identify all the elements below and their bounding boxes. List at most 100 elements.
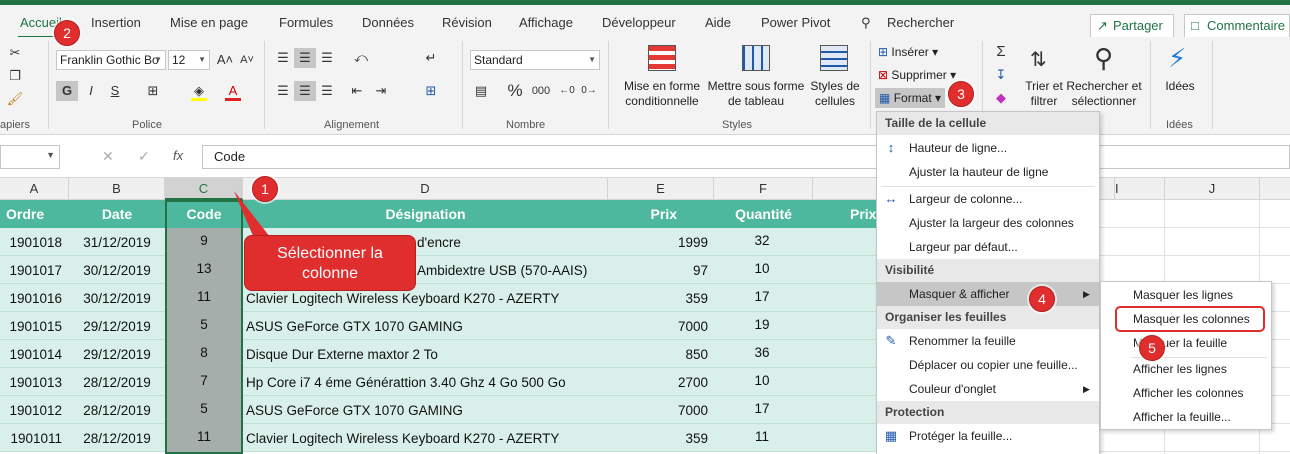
column-header-j[interactable]: J — [1165, 178, 1260, 200]
submenu-show-rows[interactable]: Afficher les lignes — [1101, 357, 1271, 381]
share-button[interactable]: ↗ Partager — [1090, 14, 1174, 38]
decrease-indent-icon[interactable]: ⇤ — [346, 81, 368, 101]
find-select-icon[interactable]: ⚲ — [1094, 43, 1113, 74]
format-painter-icon[interactable]: 🖌 — [4, 89, 26, 109]
cancel-icon[interactable]: ✕ — [102, 148, 114, 165]
cell-designation-tail[interactable] — [417, 424, 607, 452]
tab-formules[interactable]: Formules — [279, 15, 333, 30]
cell-ordre[interactable]: 1901018 — [0, 228, 62, 256]
orientation-icon[interactable]: ⤺ — [350, 48, 372, 68]
cell-designation-tail[interactable] — [417, 396, 607, 424]
cut-icon[interactable]: ✂ — [4, 43, 26, 63]
format-button[interactable]: ▦ Format ▾ — [875, 88, 946, 108]
tab-affichage[interactable]: Affichage — [519, 15, 573, 30]
cell-quantite[interactable]: 10 — [714, 368, 810, 396]
thousands-icon[interactable]: 000 — [530, 81, 552, 101]
cell-code[interactable]: 7 — [165, 368, 243, 396]
submenu-hide-rows[interactable]: Masquer les lignes — [1101, 283, 1271, 307]
cell-ordre[interactable]: 1901016 — [0, 284, 62, 312]
conditional-format-icon[interactable] — [648, 45, 676, 71]
column-header-g[interactable] — [813, 178, 877, 200]
cell-code[interactable]: 11 — [165, 284, 243, 312]
cell-designation-tail[interactable]: Ambidextre USB (570-AAIS) — [417, 256, 607, 284]
header-quantite[interactable]: Quantité — [714, 200, 813, 228]
cell-date[interactable]: 29/12/2019 — [69, 312, 165, 340]
conditional-format-button[interactable]: Mise en forme conditionnelle — [618, 79, 706, 109]
cell-designation-tail[interactable] — [417, 284, 607, 312]
percent-button[interactable]: % — [504, 81, 526, 101]
cell-date[interactable]: 31/12/2019 — [69, 228, 165, 256]
align-left-icon[interactable]: ☰ — [272, 81, 294, 101]
find-select-button[interactable]: Rechercher et sélectionner — [1066, 79, 1142, 109]
submenu-show-columns[interactable]: Afficher les colonnes — [1101, 381, 1271, 405]
cell-prix[interactable]: 97 — [608, 256, 708, 284]
cell-date[interactable]: 28/12/2019 — [69, 424, 165, 452]
menu-item-autofit-row[interactable]: Ajuster la hauteur de ligne — [877, 160, 1099, 184]
column-header-d[interactable]: D — [243, 178, 608, 200]
tab-developpeur[interactable]: Développeur — [602, 15, 676, 30]
cell-date[interactable]: 30/12/2019 — [69, 256, 165, 284]
tab-power-pivot[interactable]: Power Pivot — [761, 15, 830, 30]
cell-prix[interactable]: 850 — [608, 340, 708, 368]
cell-prix[interactable]: 359 — [608, 284, 708, 312]
header-prix-total[interactable]: Prix — [850, 200, 876, 228]
cell-date[interactable]: 30/12/2019 — [69, 284, 165, 312]
cell-date[interactable]: 29/12/2019 — [69, 340, 165, 368]
cell-designation-tail[interactable] — [417, 312, 607, 340]
menu-item-tab-color[interactable]: Couleur d'onglet ▶ — [877, 377, 1099, 401]
column-header-a[interactable]: A — [0, 178, 69, 200]
table-format-button[interactable]: Mettre sous forme de tableau — [706, 79, 806, 109]
bold-button[interactable]: G — [56, 81, 78, 101]
cell-designation-tail[interactable]: d'encre — [417, 228, 607, 256]
cell-ordre[interactable]: 1901014 — [0, 340, 62, 368]
comments-button[interactable]: □ Commentaire — [1184, 14, 1290, 38]
cell-quantite[interactable]: 17 — [714, 396, 810, 424]
borders-icon[interactable]: ⊞ — [142, 81, 164, 101]
italic-button[interactable]: I — [80, 81, 102, 101]
cell-code[interactable]: 5 — [165, 312, 243, 340]
cell-styles-icon[interactable] — [820, 45, 848, 71]
menu-item-autofit-column[interactable]: Ajuster la largeur des colonnes — [877, 211, 1099, 235]
cell-code[interactable]: 8 — [165, 340, 243, 368]
cell-designation-tail[interactable] — [417, 368, 607, 396]
menu-item-row-height[interactable]: ↕ Hauteur de ligne... — [877, 136, 1099, 160]
increase-decimal-icon[interactable]: ←0 — [556, 81, 578, 101]
grow-font-icon[interactable]: A˄ — [214, 50, 236, 70]
autosum-icon[interactable]: Σ — [990, 42, 1012, 62]
table-format-icon[interactable] — [742, 45, 770, 71]
menu-item-move-copy[interactable]: Déplacer ou copier une feuille... — [877, 353, 1099, 377]
clear-icon[interactable]: ◆ — [990, 88, 1012, 108]
merge-center-icon[interactable]: ⊞ — [420, 81, 442, 101]
font-size-combo[interactable]: 12 ▼ — [168, 50, 210, 70]
align-right-icon[interactable]: ☰ — [316, 81, 338, 101]
header-date[interactable]: Date — [69, 200, 165, 228]
decrease-decimal-icon[interactable]: 0→ — [578, 81, 600, 101]
header-ordre[interactable]: Ordre — [6, 200, 44, 228]
cell-code[interactable]: 13 — [165, 256, 243, 284]
cell-prix[interactable]: 1999 — [608, 228, 708, 256]
menu-item-default-width[interactable]: Largeur par défaut... — [877, 235, 1099, 259]
menu-item-hide-show[interactable]: Masquer & afficher ▶ — [877, 282, 1099, 306]
cell-prix[interactable]: 7000 — [608, 312, 708, 340]
menu-item-protect-sheet[interactable]: ▦ Protéger la feuille... — [877, 424, 1099, 448]
search-label[interactable]: Rechercher — [887, 15, 954, 30]
underline-button[interactable]: S — [104, 81, 126, 101]
formula-input[interactable]: Code — [202, 145, 1290, 169]
cell-date[interactable]: 28/12/2019 — [69, 396, 165, 424]
column-header-f[interactable]: F — [714, 178, 813, 200]
shrink-font-icon[interactable]: A˅ — [236, 50, 258, 70]
align-center-icon[interactable]: ☰ — [294, 81, 316, 101]
cell-quantite[interactable]: 10 — [714, 256, 810, 284]
cell-designation-tail[interactable] — [417, 340, 607, 368]
wrap-text-icon[interactable]: ↵ — [420, 48, 442, 68]
column-header-e[interactable]: E — [608, 178, 714, 200]
ideas-icon[interactable]: ⚡ — [1168, 43, 1186, 74]
column-header-b[interactable]: B — [69, 178, 165, 200]
tab-donnees[interactable]: Données — [362, 15, 414, 30]
number-format-combo[interactable]: Standard ▼ — [470, 50, 600, 70]
header-prix[interactable]: Prix — [608, 200, 677, 228]
function-icon[interactable]: fx — [173, 148, 183, 163]
menu-item-rename-sheet[interactable]: ✎ Renommer la feuille — [877, 329, 1099, 353]
increase-indent-icon[interactable]: ⇥ — [370, 81, 392, 101]
cell-quantite[interactable]: 19 — [714, 312, 810, 340]
